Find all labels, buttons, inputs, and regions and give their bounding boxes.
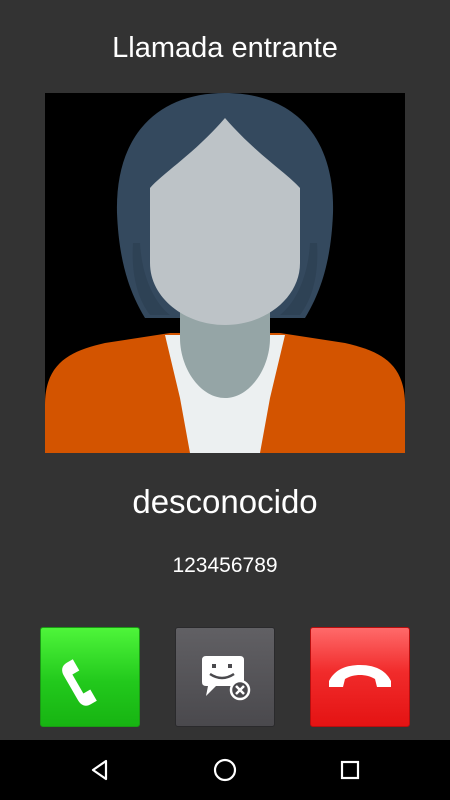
navigation-bar <box>0 740 450 800</box>
recents-button[interactable] <box>310 740 390 800</box>
back-button[interactable] <box>60 740 140 800</box>
home-circle-icon <box>213 758 237 782</box>
caller-number: 123456789 <box>172 554 278 577</box>
home-button[interactable] <box>185 740 265 800</box>
reject-call-button[interactable] <box>310 627 410 727</box>
default-female-avatar-icon <box>45 93 405 453</box>
reject-with-message-button[interactable] <box>175 627 275 727</box>
back-triangle-icon <box>91 759 108 781</box>
phone-answer-icon <box>62 659 97 706</box>
caller-name: desconocido <box>132 483 318 520</box>
recents-square-icon <box>340 760 360 780</box>
screen-title: Llamada entrante <box>112 32 338 64</box>
answer-call-button[interactable] <box>40 627 140 727</box>
phone-hangup-icon <box>329 665 391 687</box>
reject-with-message-icon <box>202 656 251 701</box>
caller-avatar <box>45 93 405 453</box>
